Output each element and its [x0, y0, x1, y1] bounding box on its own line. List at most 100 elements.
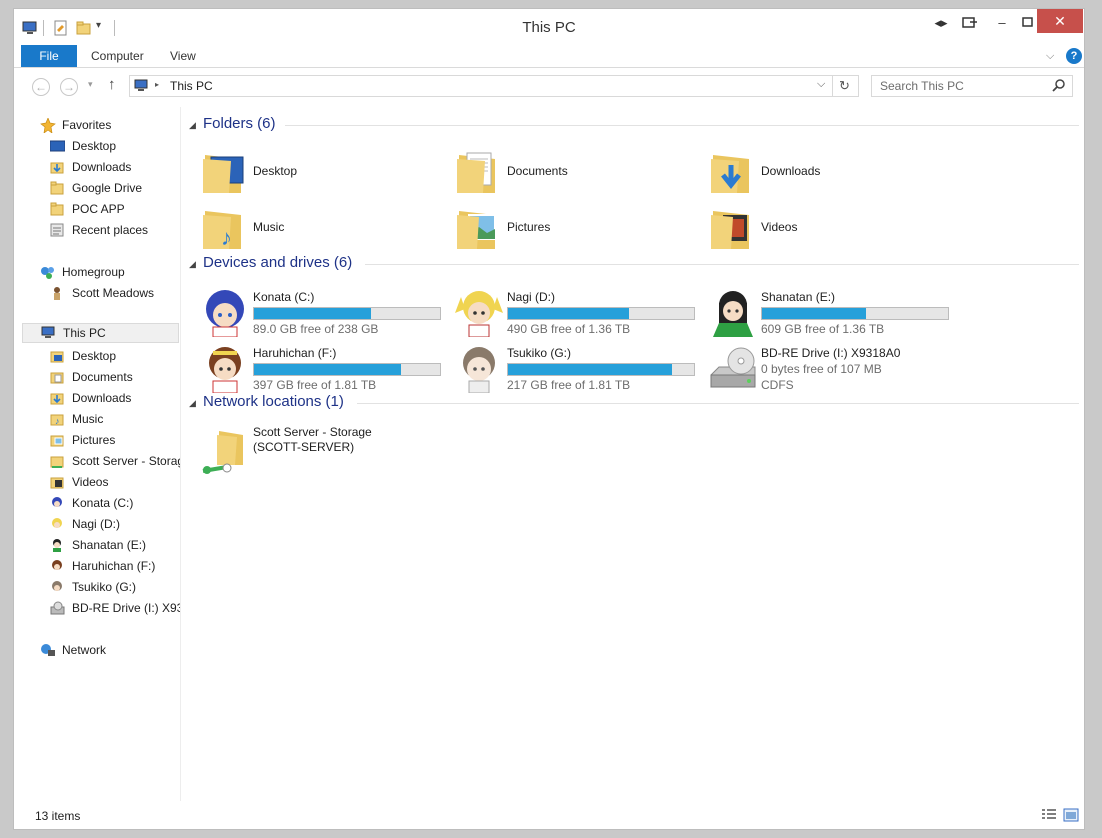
- ribbon-divider: [14, 67, 1084, 68]
- svg-text:♪: ♪: [55, 416, 60, 426]
- drive-usage-fill: [254, 308, 372, 319]
- homegroup-icon: [40, 265, 55, 279]
- sidebar-item-pictures[interactable]: Pictures: [50, 430, 180, 450]
- folder-tile-documents[interactable]: Documents: [455, 145, 695, 199]
- explorer-window: ▾ This PC ◂▸ – ✕ File Computer View ⌵ ? …: [13, 8, 1085, 830]
- drive-free-space: 0 bytes free of 107 MB: [761, 362, 882, 376]
- drive-usage-fill: [508, 364, 672, 375]
- documents-folder-icon: [455, 152, 503, 198]
- folder-tile-videos[interactable]: Videos: [709, 201, 949, 255]
- konata-drive-icon: [50, 496, 65, 510]
- drive-tile-haruhichan[interactable]: Haruhichan (F:) 397 GB free of 1.81 TB: [201, 345, 451, 397]
- folder-tile-music[interactable]: ♪ Music: [201, 201, 441, 255]
- sidebar-item-scott-meadows[interactable]: Scott Meadows: [50, 283, 180, 303]
- title-bar: ▾ This PC ◂▸ – ✕: [14, 9, 1084, 45]
- sidebar-item-shanatan[interactable]: Shanatan (E:): [50, 535, 180, 555]
- collapse-icon[interactable]: ◢: [189, 259, 196, 270]
- downloads-folder-icon: [50, 391, 65, 405]
- forward-button[interactable]: →: [60, 78, 78, 96]
- drive-usage-bar: [253, 363, 441, 376]
- sidebar-item-label: Nagi (D:): [72, 517, 121, 531]
- up-button[interactable]: ↑: [108, 76, 116, 93]
- sidebar-item-this-pc[interactable]: This PC: [22, 323, 179, 343]
- drive-usage-fill: [254, 364, 401, 375]
- sidebar-item-desktop[interactable]: Desktop: [50, 346, 180, 366]
- folder-tile-desktop[interactable]: Desktop: [201, 145, 441, 199]
- search-icon[interactable]: [1052, 78, 1066, 95]
- sidebar-item-poc-app[interactable]: POC APP: [50, 199, 180, 219]
- sidebar-item-favorites[interactable]: Favorites: [40, 115, 180, 135]
- sidebar-item-music[interactable]: ♪ Music: [50, 409, 180, 429]
- group-divider: [285, 125, 1079, 126]
- sidebar-item-haruhichan[interactable]: Haruhichan (F:): [50, 556, 180, 576]
- sidebar-item-label: This PC: [63, 326, 106, 340]
- sidebar-item-videos[interactable]: Videos: [50, 472, 180, 492]
- drive-tile-bd-re[interactable]: BD-RE Drive (I:) X9318A0 0 bytes free of…: [709, 345, 959, 397]
- collapse-icon[interactable]: ◢: [189, 120, 196, 131]
- folder-icon: [50, 202, 65, 216]
- tab-computer[interactable]: Computer: [91, 45, 144, 67]
- group-divider: [357, 403, 1079, 404]
- sidebar-item-nagi[interactable]: Nagi (D:): [50, 514, 180, 534]
- breadcrumb-chevron-icon[interactable]: ▸: [155, 80, 159, 89]
- ribbon-expand-icon[interactable]: ⌵: [1046, 45, 1054, 67]
- refresh-icon[interactable]: ↻: [839, 78, 850, 94]
- sidebar-item-homegroup[interactable]: Homegroup: [40, 262, 180, 282]
- sidebar-item-google-drive[interactable]: Google Drive: [50, 178, 180, 198]
- drive-tile-konata[interactable]: Konata (C:) 89.0 GB free of 238 GB: [201, 289, 451, 341]
- sidebar-item-scott-server[interactable]: Scott Server - Storag: [50, 451, 180, 471]
- sidebar-item-network[interactable]: Network: [40, 640, 180, 660]
- snap-icon[interactable]: [960, 13, 980, 35]
- details-view-icon[interactable]: [1041, 808, 1057, 825]
- network-location-host: (SCOTT-SERVER): [253, 440, 355, 454]
- help-icon[interactable]: ?: [1066, 48, 1082, 64]
- group-header-folders[interactable]: ◢ Folders (6): [189, 115, 1079, 137]
- sidebar-item-downloads[interactable]: Downloads: [50, 388, 180, 408]
- shanatan-drive-icon: [50, 538, 65, 552]
- sidebar-item-bd-re-drive[interactable]: BD-RE Drive (I:) X931: [50, 598, 180, 618]
- sidebar-item-recent-places[interactable]: Recent places: [50, 220, 180, 240]
- folder-tile-downloads[interactable]: Downloads: [709, 145, 949, 199]
- maximize-icon[interactable]: [1018, 13, 1038, 35]
- folder-tile-pictures[interactable]: Pictures: [455, 201, 695, 255]
- sidebar-item-label: Tsukiko (G:): [72, 580, 137, 594]
- group-header-network[interactable]: ◢ Network locations (1): [189, 393, 1079, 415]
- group-title: Folders (6): [203, 115, 276, 132]
- sidebar-item-tsukiko[interactable]: Tsukiko (G:): [50, 577, 180, 597]
- back-button[interactable]: ←: [32, 78, 50, 96]
- address-dropdown-icon[interactable]: ⌵: [817, 78, 825, 91]
- shanatan-drive-icon: [709, 289, 757, 340]
- address-bar[interactable]: ▸ This PC ⌵ ↻: [129, 75, 859, 97]
- sidebar-item-downloads[interactable]: Downloads: [50, 157, 180, 177]
- sidebar-item-konata[interactable]: Konata (C:): [50, 493, 180, 513]
- tab-file[interactable]: File: [21, 45, 77, 67]
- close-button[interactable]: ✕: [1037, 9, 1083, 33]
- computer-icon: [134, 79, 150, 96]
- recent-locations-icon[interactable]: ▾: [88, 79, 93, 90]
- collapse-icon[interactable]: ◢: [189, 398, 196, 409]
- group-title: Network locations (1): [203, 393, 344, 410]
- sidebar-item-documents[interactable]: Documents: [50, 367, 180, 387]
- drive-tile-nagi[interactable]: Nagi (D:) 490 GB free of 1.36 TB: [455, 289, 705, 341]
- drive-free-space: 490 GB free of 1.36 TB: [507, 322, 631, 336]
- breadcrumb[interactable]: This PC: [170, 79, 213, 93]
- network-location-tile[interactable]: Scott Server - Storage (SCOTT-SERVER): [201, 425, 451, 475]
- sidebar-item-desktop[interactable]: Desktop: [50, 136, 180, 156]
- drive-tile-shanatan[interactable]: Shanatan (E:) 609 GB free of 1.36 TB: [709, 289, 959, 341]
- videos-folder-icon: [50, 475, 65, 489]
- drive-filesystem: CDFS: [761, 378, 794, 392]
- sidebar-item-label: Desktop: [72, 349, 117, 363]
- group-header-devices[interactable]: ◢ Devices and drives (6): [189, 254, 1079, 276]
- item-count: 13 items: [35, 809, 81, 823]
- tab-view[interactable]: View: [170, 45, 196, 67]
- sidebar-item-label: Pictures: [72, 433, 116, 447]
- network-location-name: Scott Server - Storage: [253, 425, 372, 439]
- minimize-icon[interactable]: –: [992, 13, 1012, 35]
- sidebar-item-label: POC APP: [72, 202, 125, 216]
- drive-tile-tsukiko[interactable]: Tsukiko (G:) 217 GB free of 1.81 TB: [455, 345, 705, 397]
- nagi-drive-icon: [50, 517, 65, 531]
- large-icons-view-icon[interactable]: [1063, 808, 1079, 825]
- arrows-icon[interactable]: ◂▸: [931, 13, 951, 35]
- drive-usage-bar: [507, 307, 695, 320]
- search-input[interactable]: [872, 76, 1050, 96]
